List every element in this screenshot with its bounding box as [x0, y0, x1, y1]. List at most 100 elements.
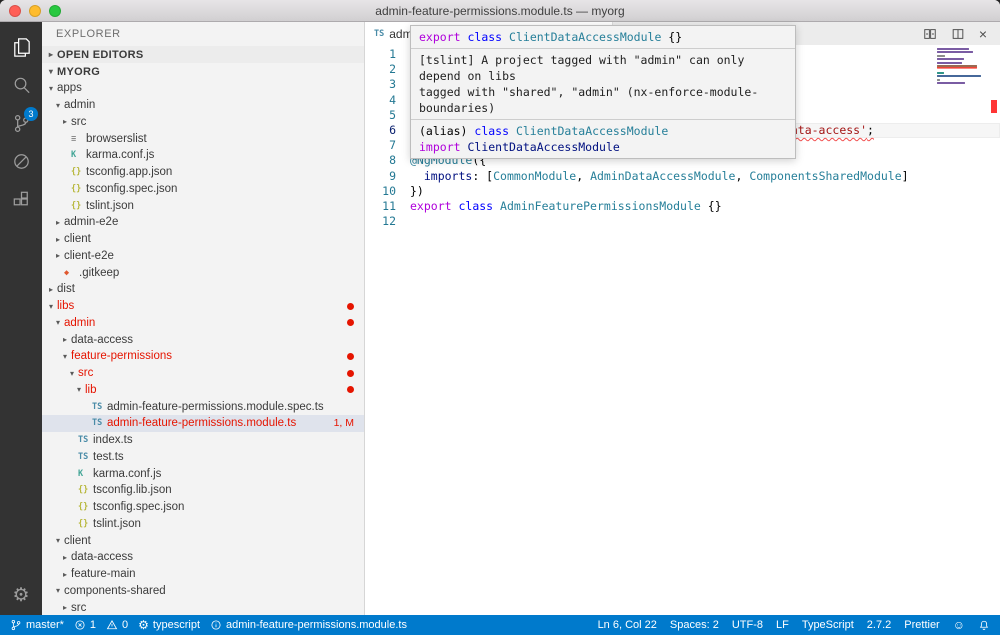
close-window-button[interactable]	[9, 5, 21, 17]
eol[interactable]: LF	[776, 619, 789, 631]
tree-item-label: index.ts	[93, 434, 133, 446]
smiley-icon: ☺	[953, 619, 965, 631]
tree-item-client-e2e[interactable]: ▸client-e2e	[42, 248, 364, 265]
warnings[interactable]: 0	[106, 619, 128, 631]
json-file-icon: {}	[71, 201, 86, 211]
code-token: AdminFeaturePermissionsModule	[500, 199, 701, 213]
tree-item-admin[interactable]: ▾admin	[42, 97, 364, 114]
tree-item-tsconfig.spec.json[interactable]: {}tsconfig.spec.json	[42, 499, 364, 516]
tree-item-label: tslint.json	[93, 518, 141, 530]
ts-version[interactable]: 2.7.2	[867, 619, 891, 631]
line-number: 8	[365, 153, 401, 168]
open-editors-section-header[interactable]: ▸ OPEN EDITORS	[42, 46, 364, 63]
errors-label: 1	[90, 619, 96, 631]
tree-item-apps[interactable]: ▾apps	[42, 80, 364, 97]
settings-gear-icon[interactable]: ⚙	[12, 584, 29, 607]
tree-item-feature-permissions[interactable]: ▾feature-permissions	[42, 348, 364, 365]
code-token: {}	[701, 199, 722, 213]
extensions-icon[interactable]	[0, 180, 42, 218]
tree-item-admin-feature-permissions.module.spec.ts[interactable]: TSadmin-feature-permissions.module.spec.…	[42, 398, 364, 415]
tree-item-tslint.json[interactable]: {}tslint.json	[42, 516, 364, 533]
info-icon	[210, 619, 222, 631]
git-branch[interactable]: master*	[10, 619, 64, 631]
tree-item-client[interactable]: ▸client	[42, 231, 364, 248]
language-mode[interactable]: TypeScript	[802, 619, 854, 631]
tree-item-label: admin	[64, 99, 95, 111]
hover-widget: export class ClientDataAccessModule {} […	[410, 25, 796, 159]
tree-item-admin[interactable]: ▾admin	[42, 315, 364, 332]
formatter[interactable]: Prettier	[904, 619, 939, 631]
close-editor-icon[interactable]: ×	[979, 27, 987, 41]
tree-item-client[interactable]: ▾client	[42, 532, 364, 549]
tree-item-components-shared[interactable]: ▾components-shared	[42, 583, 364, 600]
tree-item-label: karma.conf.js	[86, 149, 154, 161]
zoom-window-button[interactable]	[49, 5, 61, 17]
errors[interactable]: 1	[74, 619, 96, 631]
line-number: 4	[365, 93, 401, 108]
editor-actions: ×	[923, 22, 1000, 45]
tree-item-admin-e2e[interactable]: ▸admin-e2e	[42, 214, 364, 231]
branch-icon	[10, 619, 22, 631]
ts-status-label: typescript	[153, 619, 200, 631]
code-token: ;	[867, 123, 874, 137]
tree-item-lib[interactable]: ▾lib	[42, 382, 364, 399]
code-token: ComponentsSharedModule	[749, 169, 901, 183]
feedback[interactable]: ☺	[953, 619, 965, 631]
list-file-icon: ≡	[71, 134, 86, 144]
tree-item-data-access[interactable]: ▸data-access	[42, 549, 364, 566]
code-line-12[interactable]	[410, 214, 1000, 229]
minimize-window-button[interactable]	[29, 5, 41, 17]
minimap[interactable]	[937, 48, 985, 89]
debug-icon[interactable]	[0, 142, 42, 180]
tree-item-dist[interactable]: ▸dist	[42, 281, 364, 298]
tree-item-karma.conf.js[interactable]: Kkarma.conf.js	[42, 147, 364, 164]
tree-item-browserslist[interactable]: ≡browserslist	[42, 130, 364, 147]
tree-item-feature-main[interactable]: ▸feature-main	[42, 566, 364, 583]
indentation[interactable]: Spaces: 2	[670, 619, 719, 631]
cursor-position[interactable]: Ln 6, Col 22	[598, 619, 657, 631]
overview-ruler-error-marker	[991, 100, 997, 113]
tree-item-src[interactable]: ▸src	[42, 114, 364, 131]
tree-item-index.ts[interactable]: TSindex.ts	[42, 432, 364, 449]
tree-item-test.ts[interactable]: TStest.ts	[42, 449, 364, 466]
tree-item-src[interactable]: ▾src	[42, 365, 364, 382]
hover-signature: export class ClientDataAccessModule {}	[411, 26, 795, 48]
scm-badge: 3	[24, 107, 38, 121]
workspace-root-header[interactable]: ▾ MYORG	[42, 63, 364, 80]
ts-status[interactable]: ⚙ typescript	[138, 619, 200, 631]
line-number: 12	[365, 214, 401, 229]
tree-item-karma.conf.js[interactable]: Kkarma.conf.js	[42, 465, 364, 482]
tree-item-src[interactable]: ▸src	[42, 599, 364, 615]
explorer-icon[interactable]	[0, 28, 42, 66]
tree-item-tsconfig.spec.json[interactable]: {}tsconfig.spec.json	[42, 181, 364, 198]
search-icon[interactable]	[0, 66, 42, 104]
code-line-9[interactable]: imports: [CommonModule, AdminDataAccessM…	[410, 169, 1000, 184]
gear-icon: ⚙	[138, 619, 149, 631]
notifications[interactable]	[978, 619, 990, 631]
source-control-icon[interactable]: 3	[0, 104, 42, 142]
code-token: ]	[902, 169, 909, 183]
encoding-label: UTF-8	[732, 619, 763, 631]
ts-file-icon: TS	[92, 418, 107, 428]
tree-item-admin-feature-permissions.module.ts[interactable]: TSadmin-feature-permissions.module.ts1, …	[42, 415, 364, 432]
json-file-icon: {}	[78, 485, 93, 495]
code-line-11[interactable]: export class AdminFeaturePermissionsModu…	[410, 199, 1000, 214]
tree-item-label: test.ts	[93, 451, 124, 463]
code-token: imports	[424, 169, 472, 183]
tree-item-.gitkeep[interactable]: ◆.gitkeep	[42, 264, 364, 281]
code-token: ,	[576, 169, 590, 183]
vscode-window: admin-feature-permissions.module.ts — my…	[0, 0, 1000, 635]
tree-item-tslint.json[interactable]: {}tslint.json	[42, 197, 364, 214]
status-bar: master* 10 ⚙ typescript admin-feature-permis…	[0, 615, 1000, 635]
tree-item-label: client	[64, 233, 91, 245]
chevron-down-icon: ▾	[66, 369, 78, 378]
tree-item-tsconfig.app.json[interactable]: {}tsconfig.app.json	[42, 164, 364, 181]
encoding[interactable]: UTF-8	[732, 619, 763, 631]
open-changes-icon[interactable]	[923, 27, 937, 41]
tree-item-libs[interactable]: ▾libs	[42, 298, 364, 315]
tree-item-tsconfig.lib.json[interactable]: {}tsconfig.lib.json	[42, 482, 364, 499]
split-editor-icon[interactable]	[951, 27, 965, 41]
active-file-status[interactable]: admin-feature-permissions.module.ts	[210, 619, 407, 631]
tree-item-data-access[interactable]: ▸data-access	[42, 331, 364, 348]
code-line-10[interactable]: })	[410, 184, 1000, 199]
